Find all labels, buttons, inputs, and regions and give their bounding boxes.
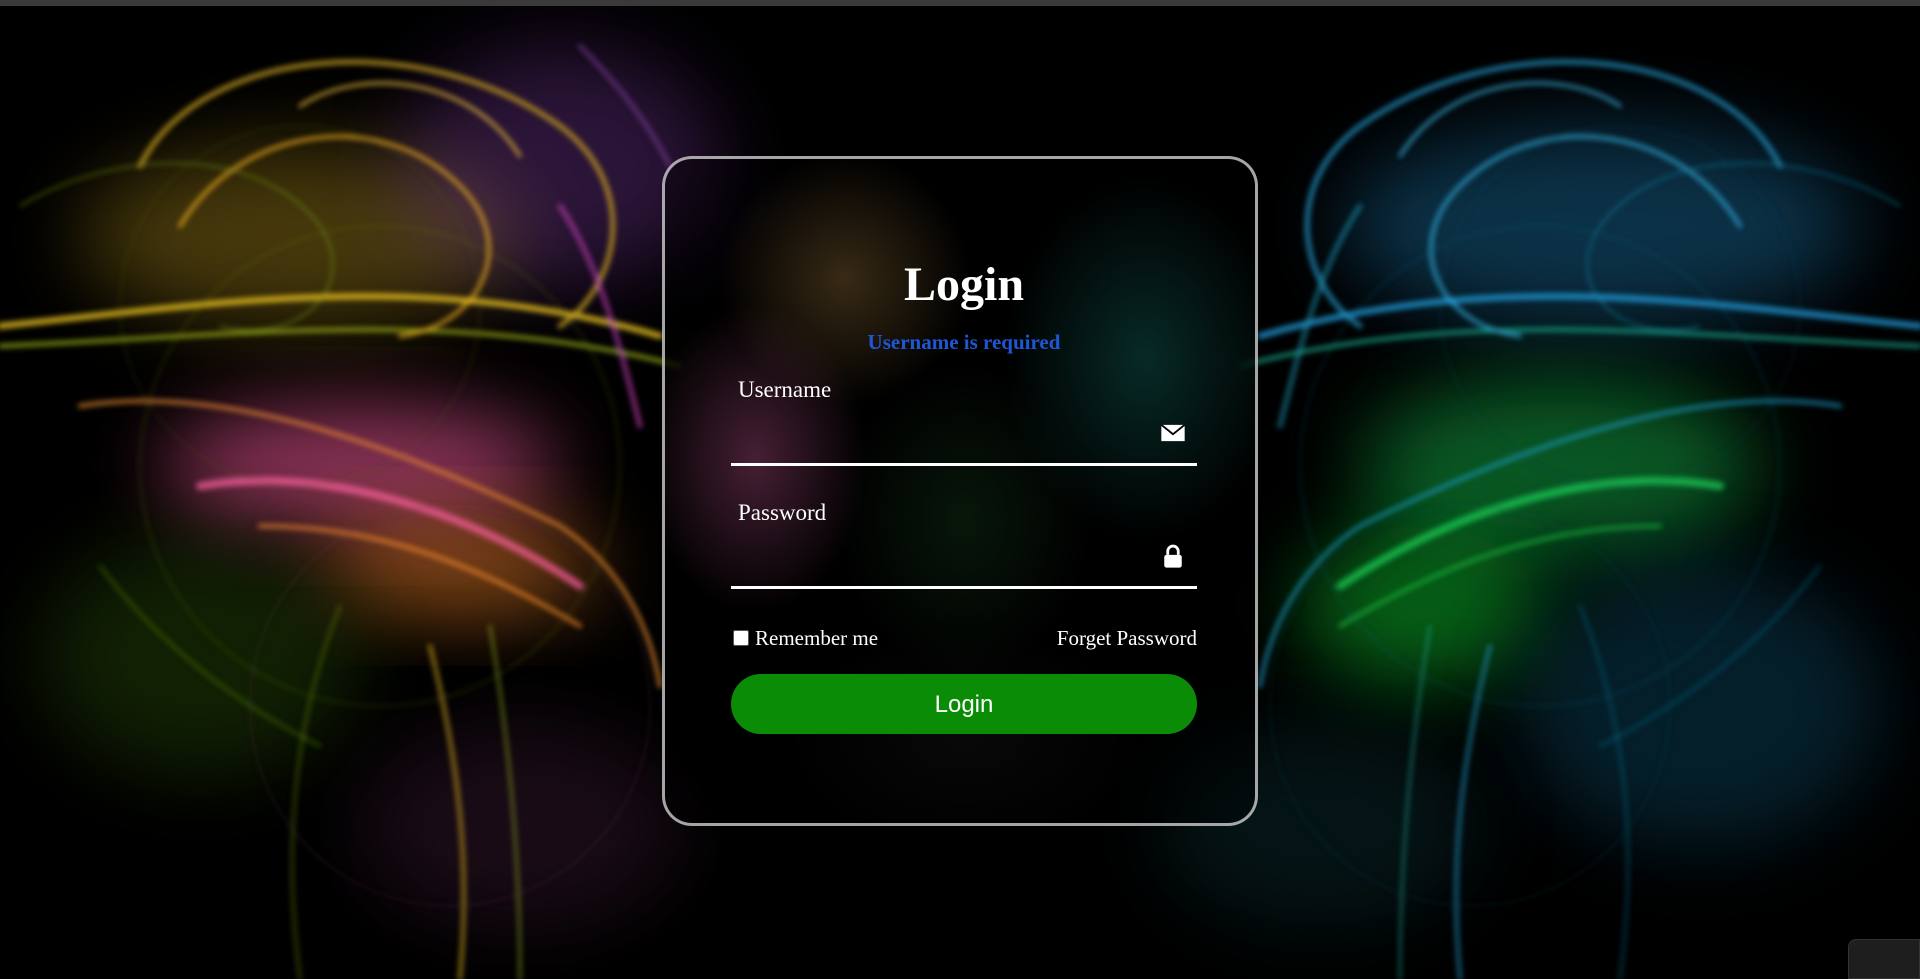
username-field: Username xyxy=(731,375,1197,466)
login-card: Login Username is required Username Pass… xyxy=(662,156,1258,826)
envelope-icon xyxy=(1159,419,1187,447)
browser-top-strip xyxy=(0,0,1920,6)
login-title: Login xyxy=(903,258,1025,311)
validation-error-message: Username is required xyxy=(867,330,1061,354)
remember-me-label: Remember me xyxy=(755,626,879,650)
options-row: Remember me Forget Password xyxy=(731,623,1197,653)
username-input[interactable] xyxy=(738,415,1142,453)
login-button[interactable]: Login xyxy=(731,674,1197,734)
lock-icon xyxy=(1159,542,1187,570)
username-label: Username xyxy=(738,377,832,402)
password-label: Password xyxy=(738,500,827,525)
password-field: Password xyxy=(731,498,1197,589)
forgot-password-link[interactable]: Forget Password xyxy=(1057,623,1197,653)
password-input[interactable] xyxy=(738,538,1142,576)
remember-me-checkbox[interactable] xyxy=(733,630,749,646)
remember-me-option[interactable]: Remember me xyxy=(731,623,878,653)
corner-widget[interactable] xyxy=(1848,939,1920,979)
